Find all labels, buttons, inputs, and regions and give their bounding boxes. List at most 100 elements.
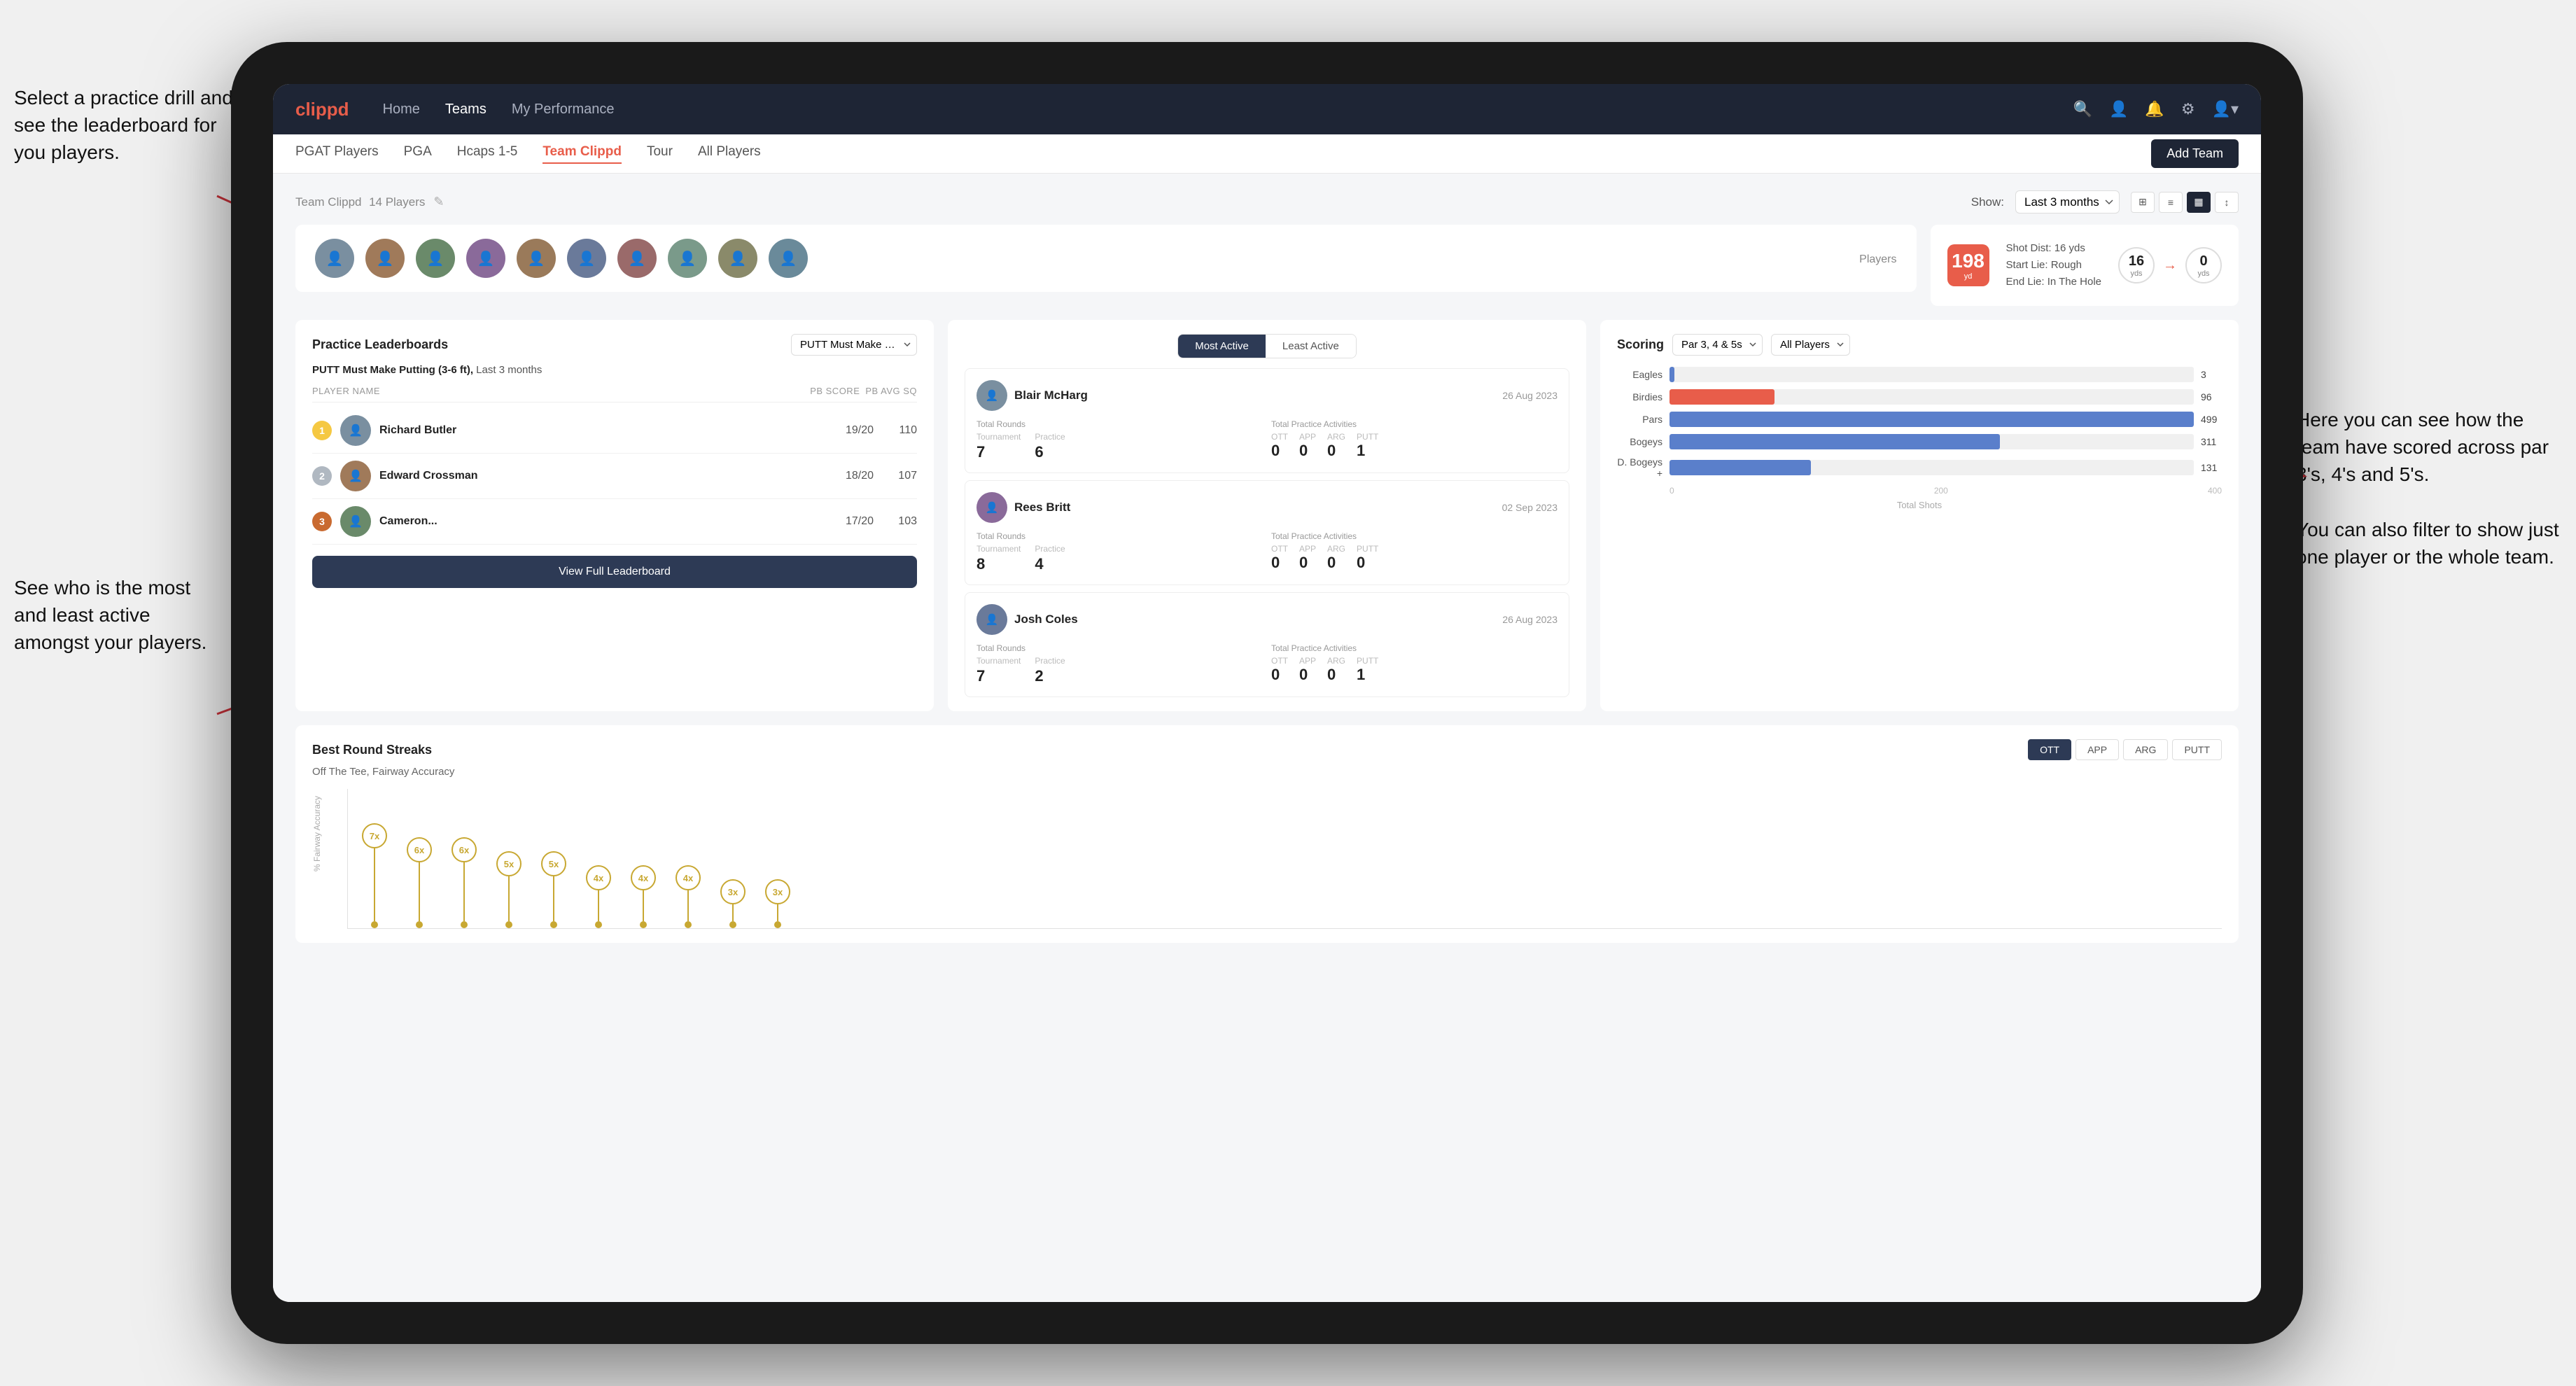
- bar-label-birdies: Birdies: [1617, 391, 1662, 402]
- timeline-line: [732, 904, 734, 921]
- pac-date-1: 26 Aug 2023: [1502, 390, 1558, 401]
- avatar-7[interactable]: 👤: [617, 239, 657, 278]
- leaderboard-row-1[interactable]: 1 👤 Richard Butler 19/20 110: [312, 408, 917, 454]
- settings-icon[interactable]: ⚙: [2181, 100, 2195, 118]
- timeline-badge: 4x: [676, 865, 701, 890]
- shot-to-circle: 0 yds: [2185, 247, 2222, 284]
- shot-distance-unit: yd: [1964, 272, 1973, 281]
- pac-header-1: 👤 Blair McHarg 26 Aug 2023: [976, 380, 1558, 411]
- activity-card-2: 👤 Rees Britt 02 Sep 2023 Total Rounds To…: [965, 480, 1569, 585]
- streak-tab-ott[interactable]: OTT: [2028, 739, 2071, 760]
- timeline-dot-group: 6x: [407, 837, 432, 928]
- view-list-icon[interactable]: ≡: [2159, 192, 2183, 213]
- view-full-leaderboard-button[interactable]: View Full Leaderboard: [312, 556, 917, 588]
- timeline-badge: 5x: [541, 851, 566, 876]
- tab-least-active[interactable]: Least Active: [1266, 335, 1356, 358]
- subnav-hcaps[interactable]: Hcaps 1-5: [457, 144, 518, 164]
- lb-avatar-2: 👤: [340, 461, 371, 491]
- avatar-5[interactable]: 👤: [517, 239, 556, 278]
- timeline-chart: 7x6x6x5x5x4x4x4x3x3x: [347, 789, 2222, 929]
- pac-date-2: 02 Sep 2023: [1502, 502, 1558, 513]
- rank-badge-2: 2: [312, 466, 332, 486]
- add-team-button[interactable]: Add Team: [2151, 139, 2239, 168]
- timeline-dot: [461, 921, 468, 928]
- bar-fill-dbogeys: [1670, 460, 1811, 475]
- pac-name-1: Blair McHarg: [1014, 388, 1495, 402]
- player-filter[interactable]: All Players: [1771, 334, 1850, 356]
- players-section: 👤 👤 👤 👤 👤 👤 👤 👤 👤 👤 Players: [295, 225, 1917, 292]
- lb-avg-1: 110: [882, 424, 917, 437]
- bar-track-pars: [1670, 412, 2194, 427]
- avatar-9[interactable]: 👤: [718, 239, 757, 278]
- streak-tab-putt[interactable]: PUTT: [2172, 739, 2222, 760]
- view-grid-icon[interactable]: ⊞: [2131, 192, 2155, 213]
- subnav-tour[interactable]: Tour: [647, 144, 673, 164]
- lh-pb-score: PB SCORE: [810, 386, 860, 396]
- practice-drill-select[interactable]: PUTT Must Make Putting...: [791, 334, 917, 356]
- pac-avatar-2: 👤: [976, 492, 1007, 523]
- lh-player-name: PLAYER NAME: [312, 386, 804, 396]
- view-table-icon[interactable]: ↕: [2215, 192, 2239, 213]
- nav-teams[interactable]: Teams: [445, 102, 486, 118]
- shot-from-circle: 16 yds: [2118, 247, 2155, 284]
- annotation-bottom-left: See who is the most and least active amo…: [14, 574, 224, 657]
- subnav-pgat[interactable]: PGAT Players: [295, 144, 379, 164]
- timeline-line: [687, 890, 689, 921]
- pac-name-3: Josh Coles: [1014, 612, 1495, 626]
- practice-leaderboards-panel: Practice Leaderboards PUTT Must Make Put…: [295, 320, 934, 711]
- timeline-badge: 7x: [362, 823, 387, 848]
- pac-header-2: 👤 Rees Britt 02 Sep 2023: [976, 492, 1558, 523]
- avatar-8[interactable]: 👤: [668, 239, 707, 278]
- navbar: clippd Home Teams My Performance 🔍 👤 🔔 ⚙…: [273, 84, 2261, 134]
- edit-icon[interactable]: ✎: [433, 195, 444, 209]
- search-icon[interactable]: 🔍: [2073, 100, 2092, 118]
- bell-icon[interactable]: 🔔: [2145, 100, 2164, 118]
- tab-most-active[interactable]: Most Active: [1178, 335, 1266, 358]
- axis-0: 0: [1670, 486, 1674, 496]
- shot-card: 198 yd Shot Dist: 16 yds Start Lie: Roug…: [1931, 225, 2239, 306]
- view-card-icon[interactable]: ▦: [2187, 192, 2211, 213]
- shot-distance-val: 198: [1952, 250, 1984, 272]
- timeline-badge: 3x: [720, 879, 746, 904]
- rank-badge-3: 3: [312, 512, 332, 531]
- timeline-badge: 6x: [451, 837, 477, 862]
- timeline-dot-group: 4x: [676, 865, 701, 928]
- leaderboard-row-3[interactable]: 3 👤 Cameron... 17/20 103: [312, 499, 917, 545]
- players-avatars: 👤 👤 👤 👤 👤 👤 👤 👤 👤 👤: [315, 239, 808, 278]
- avatar-3[interactable]: 👤: [416, 239, 455, 278]
- leaderboard-row-2[interactable]: 2 👤 Edward Crossman 18/20 107: [312, 454, 917, 499]
- ipad-screen: clippd Home Teams My Performance 🔍 👤 🔔 ⚙…: [273, 84, 2261, 1302]
- team-header: Team Clippd 14 Players ✎ Show: Last 3 mo…: [295, 190, 2239, 214]
- avatar-6[interactable]: 👤: [567, 239, 606, 278]
- pac-date-3: 26 Aug 2023: [1502, 614, 1558, 625]
- par-filter[interactable]: Par 3, 4 & 5s Par 3s Par 4s Par 5s: [1672, 334, 1763, 356]
- avatar-4[interactable]: 👤: [466, 239, 505, 278]
- shot-detail-2: Start Lie: Rough: [2006, 257, 2101, 274]
- show-select[interactable]: Last 3 months Last month Last 6 months L…: [2015, 190, 2120, 214]
- streak-tab-arg[interactable]: ARG: [2123, 739, 2168, 760]
- avatar-10[interactable]: 👤: [769, 239, 808, 278]
- profile-icon[interactable]: 👤▾: [2212, 100, 2239, 118]
- avatar-2[interactable]: 👤: [365, 239, 405, 278]
- show-label: Show:: [1971, 195, 2004, 209]
- avatar-1[interactable]: 👤: [315, 239, 354, 278]
- timeline-dots: 7x6x6x5x5x4x4x4x3x3x: [348, 789, 2222, 928]
- nav-my-performance[interactable]: My Performance: [512, 102, 615, 118]
- pac-rounds-2: Total Rounds Tournament 8 Practice 4: [976, 531, 1263, 573]
- players-label: Players: [1859, 253, 1896, 266]
- bar-val-dbogeys: 131: [2201, 462, 2222, 473]
- timeline-badge: 6x: [407, 837, 432, 862]
- subnav-team-clippd[interactable]: Team Clippd: [542, 144, 622, 164]
- active-tabs: Most Active Least Active: [1177, 334, 1357, 358]
- subnav-all-players[interactable]: All Players: [698, 144, 761, 164]
- pac-stats-2: Total Rounds Tournament 8 Practice 4: [976, 531, 1558, 573]
- streak-tab-app[interactable]: APP: [2076, 739, 2119, 760]
- nav-home[interactable]: Home: [383, 102, 420, 118]
- lb-score-3: 17/20: [835, 515, 874, 528]
- axis-200: 200: [1934, 486, 1948, 496]
- y-axis-label: % Fairway Accuracy: [312, 796, 322, 872]
- timeline-dot-group: 5x: [541, 851, 566, 928]
- bar-track-dbogeys: [1670, 460, 2194, 475]
- subnav-pga[interactable]: PGA: [404, 144, 432, 164]
- user-icon[interactable]: 👤: [2109, 100, 2128, 118]
